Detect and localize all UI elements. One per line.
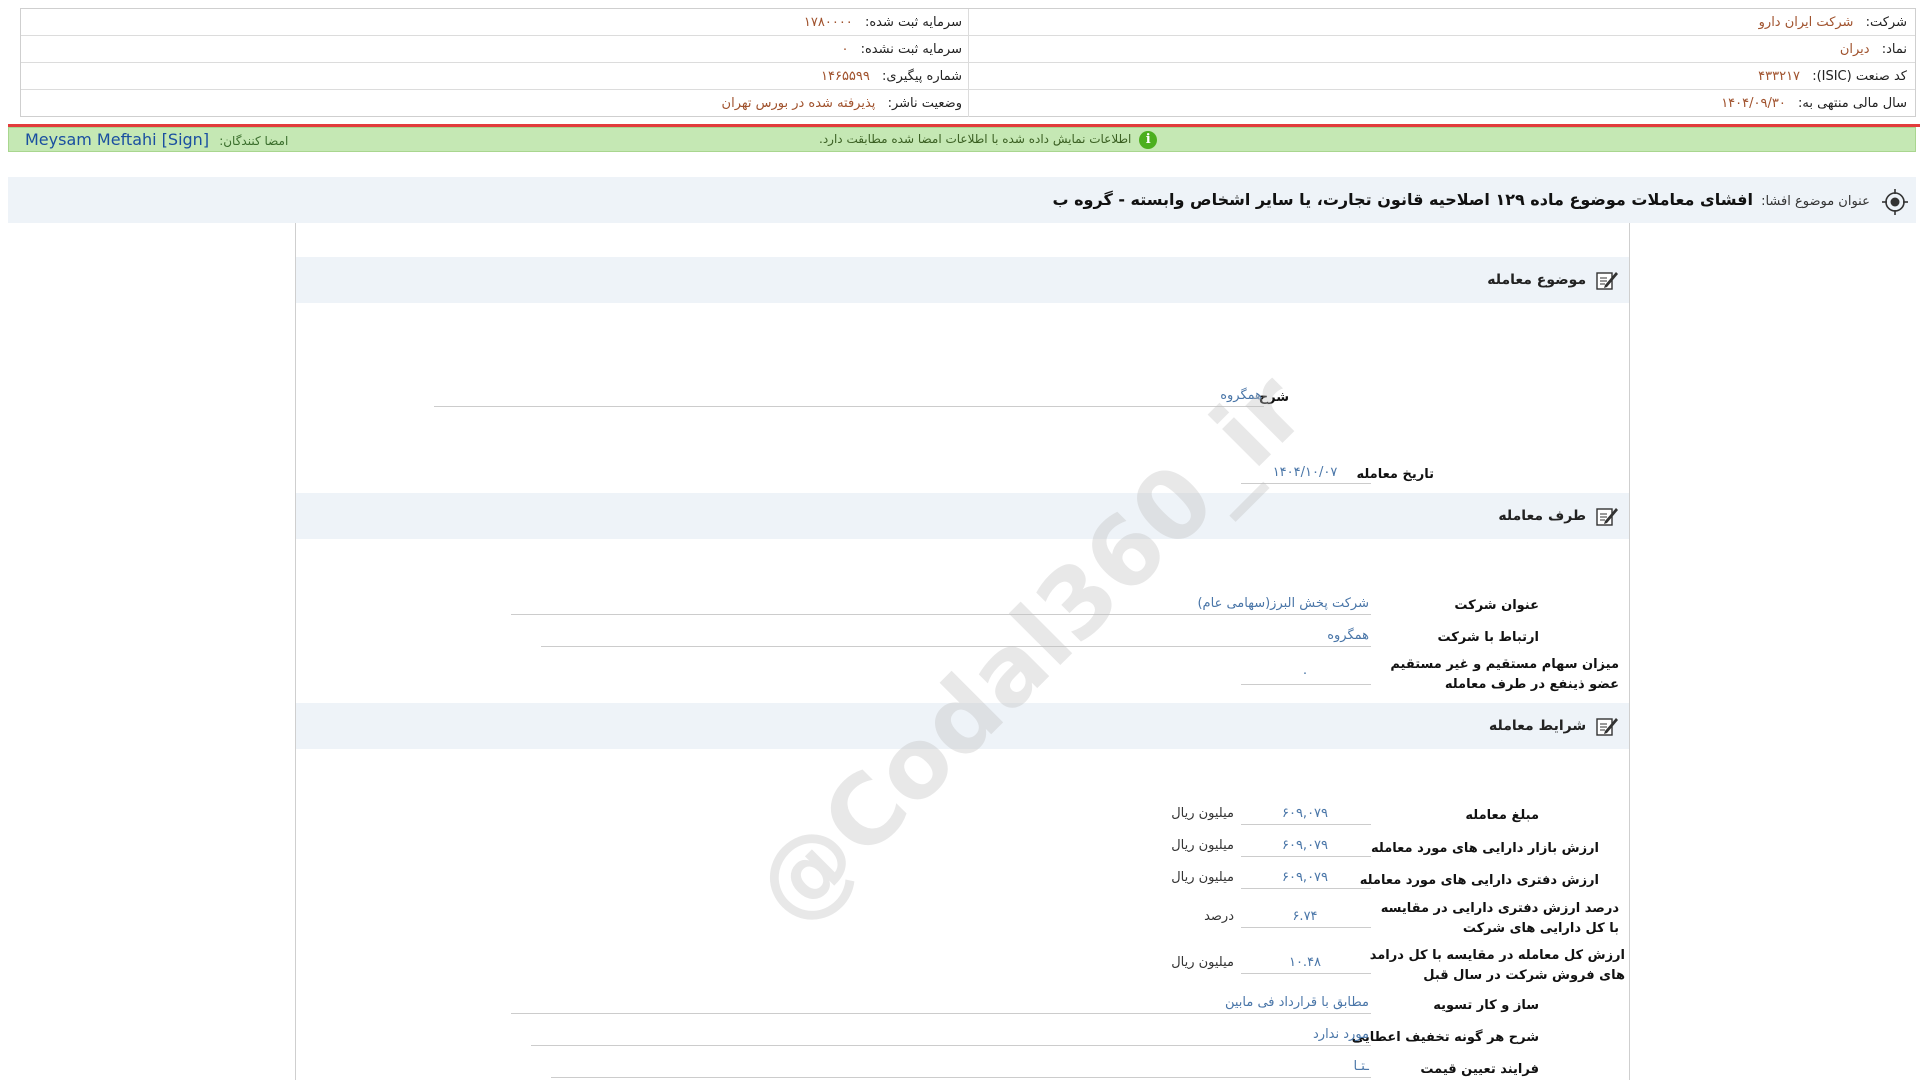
fiscal-year-label: سال مالی منتهی به: <box>1797 96 1907 111</box>
section-subject-title: موضوع معامله <box>1487 257 1619 303</box>
relation-value: همگروه <box>541 625 1371 647</box>
book-percent-unit: درصد <box>1204 909 1234 924</box>
tracking-cell: شماره پیگیری: ۱۴۶۵۵۹۹ <box>21 63 970 90</box>
info-row: سال مالی منتهی به: ۱۴۰۴/۰۹/۳۰ وضعیت ناشر… <box>21 90 1915 117</box>
tracking-value: ۱۴۶۵۵۹۹ <box>821 69 870 84</box>
pricing-value: ـتـا <box>551 1056 1371 1078</box>
verification-message: اطلاعات نمایش داده شده با اطلاعات امضا ش… <box>819 132 1132 146</box>
book-value-value: ۶۰۹,۰۷۹ <box>1241 867 1371 889</box>
symbol-value[interactable]: دیران <box>1840 42 1870 57</box>
publisher-status-label: وضعیت ناشر: <box>887 96 962 111</box>
amount-value: ۶۰۹,۰۷۹ <box>1241 803 1371 825</box>
isic-cell: کد صنعت (ISIC): ۴۳۳۲۱۷ <box>968 63 1915 90</box>
registered-capital-label: سرمایه ثبت شده: <box>864 15 962 30</box>
section-terms-label: شرایط معامله <box>1489 718 1587 734</box>
section-party-title: طرف معامله <box>1498 493 1619 539</box>
info-row: نماد: دیران سرمایه ثبت نشده: ۰ <box>21 36 1915 63</box>
isic-label: کد صنعت (ISIC): <box>1812 69 1907 84</box>
unregistered-capital-cell: سرمایه ثبت نشده: ۰ <box>21 36 970 63</box>
target-icon <box>1882 188 1908 215</box>
book-percent-label: درصد ارزش دفتری دارایی در مقایسه با کل د… <box>1380 901 1619 936</box>
edit-note-icon <box>1596 718 1618 736</box>
symbol-label: نماد: <box>1881 42 1907 57</box>
section-party-header: طرف معامله <box>296 493 1629 539</box>
section-party-label: طرف معامله <box>1498 508 1587 524</box>
market-value-value: ۶۰۹,۰۷۹ <box>1241 835 1371 857</box>
edit-note-icon <box>1596 272 1618 290</box>
topic-bar: عنوان موضوع افشا: افشای معاملات موضوع ما… <box>8 177 1916 223</box>
signers-label: امضا کنندگان: <box>219 134 289 148</box>
tracking-label: شماره پیگیری: <box>882 69 962 84</box>
transaction-date-value: ۱۴۰۴/۱۰/۰۷ <box>1241 462 1371 484</box>
verification-notice: i اطلاعات نمایش داده شده با اطلاعات امضا… <box>819 128 1158 151</box>
book-percent-value: ۶.۷۴ <box>1241 906 1371 928</box>
signer-name-link[interactable]: Meysam Meftahi [Sign] <box>25 130 209 149</box>
shares-label: میزان سهام مستقیم و غیر مستقیم عضو ذینفع… <box>1390 657 1619 692</box>
company-value[interactable]: شرکت ایران دارو <box>1759 15 1854 30</box>
sales-ratio-unit: میلیون ریال <box>1171 955 1234 970</box>
sales-ratio-label: ارزش کل معامله در مقایسه با کل درامد های… <box>1369 948 1625 983</box>
section-subject-label: موضوع معامله <box>1487 272 1587 288</box>
isic-value: ۴۳۳۲۱۷ <box>1758 69 1801 84</box>
section-terms-title: شرایط معامله <box>1489 703 1619 749</box>
info-icon: i <box>1139 130 1158 149</box>
symbol-cell: نماد: دیران <box>968 36 1915 63</box>
description-value: همگروه <box>434 385 1264 407</box>
fiscal-year-value: ۱۴۰۴/۰۹/۳۰ <box>1721 96 1786 111</box>
company-info-table: شرکت: شرکت ایران دارو سرمایه ثبت شده: ۱۷… <box>20 8 1916 117</box>
unregistered-capital-value: ۰ <box>841 42 849 57</box>
info-row: شرکت: شرکت ایران دارو سرمایه ثبت شده: ۱۷… <box>21 9 1915 36</box>
section-subject-header: موضوع معامله <box>296 257 1629 303</box>
market-value-unit: میلیون ریال <box>1171 838 1234 853</box>
registered-capital-cell: سرمایه ثبت شده: ۱۷۸۰۰۰۰ <box>21 9 970 36</box>
registered-capital-value: ۱۷۸۰۰۰۰ <box>803 15 853 30</box>
discount-value: مورد ندارد <box>531 1024 1371 1046</box>
info-row: کد صنعت (ISIC): ۴۳۳۲۱۷ شماره پیگیری: ۱۴۶… <box>21 63 1915 90</box>
fiscal-year-cell: سال مالی منتهی به: ۱۴۰۴/۰۹/۳۰ <box>968 90 1915 117</box>
signature-notice-bar: امضا کنندگان: Meysam Meftahi [Sign] i اط… <box>8 127 1916 152</box>
topic-heading: عنوان موضوع افشا: افشای معاملات موضوع ما… <box>1052 177 1908 223</box>
company-cell: شرکت: شرکت ایران دارو <box>968 9 1915 36</box>
signers-area: امضا کنندگان: Meysam Meftahi [Sign] <box>25 128 288 151</box>
publisher-status-cell: وضعیت ناشر: پذیرفته شده در بورس تهران <box>21 90 970 117</box>
topic-title: افشای معاملات موضوع ماده ۱۲۹ اصلاحیه قان… <box>1052 190 1753 209</box>
watermark: @Codal360_ir <box>732 352 1327 946</box>
edit-note-icon <box>1596 508 1618 526</box>
book-value-unit: میلیون ریال <box>1171 870 1234 885</box>
section-terms-header: شرایط معامله <box>296 703 1629 749</box>
company-title-value: شرکت پخش البرز(سهامی عام) <box>511 593 1371 615</box>
unregistered-capital-label: سرمایه ثبت نشده: <box>860 42 962 57</box>
sales-ratio-value: ۱۰.۴۸ <box>1241 952 1371 974</box>
shares-value: ۰ <box>1241 663 1371 685</box>
publisher-status-value: پذیرفته شده در بورس تهران <box>721 96 876 111</box>
topic-label: عنوان موضوع افشا: <box>1761 194 1870 209</box>
amount-unit: میلیون ریال <box>1171 806 1234 821</box>
disclosure-form: موضوع معامله شرح همگروه تاریخ معامله ۱۴۰… <box>295 223 1630 1080</box>
company-label: شرکت: <box>1865 15 1907 30</box>
settlement-value: مطابق با قرارداد فی مابین <box>511 992 1371 1014</box>
